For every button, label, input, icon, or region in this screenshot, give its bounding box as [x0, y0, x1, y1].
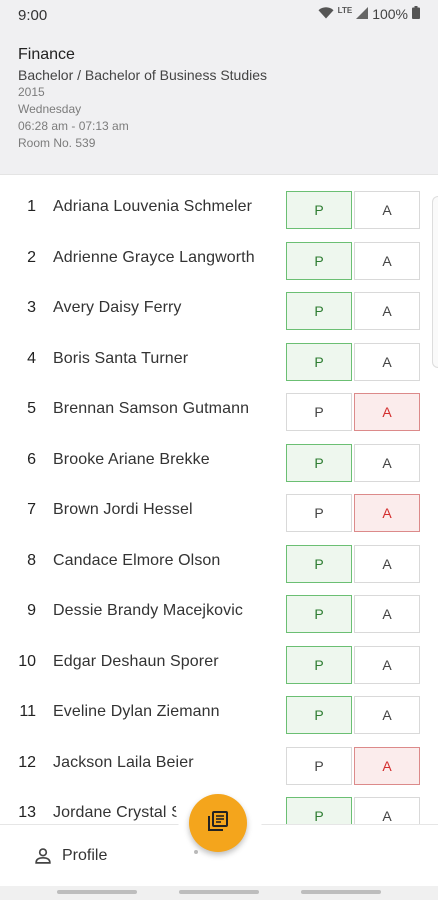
profile-nav-item[interactable]: Profile: [32, 845, 107, 867]
student-number: 2: [27, 248, 36, 266]
absent-button[interactable]: A: [354, 342, 420, 381]
student-name: Eveline Dylan Ziemann: [53, 703, 220, 720]
class-time: 06:28 am - 07:13 am: [18, 119, 129, 133]
absent-button[interactable]: A: [354, 494, 420, 532]
status-time: 9:00: [18, 7, 48, 24]
home-button[interactable]: [179, 890, 259, 894]
present-button[interactable]: P: [286, 746, 352, 785]
student-row: 6 Brooke Ariane Brekke P A: [0, 436, 438, 486]
absent-button[interactable]: A: [354, 797, 420, 825]
student-name: Adrienne Grayce Langworth: [53, 248, 255, 266]
student-row: 4 Boris Santa Turner P A: [0, 335, 438, 385]
notebook-icon: [206, 809, 230, 838]
student-name: Brown Jordi Hessel: [53, 501, 193, 518]
attendance-fab[interactable]: [189, 794, 247, 852]
present-button[interactable]: P: [286, 241, 352, 280]
student-number: 8: [27, 551, 36, 569]
student-number: 3: [27, 299, 36, 316]
student-number: 13: [18, 804, 36, 821]
class-day: Wednesday: [18, 102, 82, 116]
class-room: Room No. 539: [18, 136, 96, 150]
absent-button[interactable]: A: [354, 191, 420, 229]
absent-button[interactable]: A: [354, 746, 420, 785]
present-button[interactable]: P: [286, 443, 352, 482]
student-row: 1 Adriana Louvenia Schmeler P A: [0, 183, 438, 233]
nav-indicator-dot: [194, 850, 198, 854]
student-number: 4: [27, 349, 36, 367]
class-info: Finance Bachelor / Bachelor of Business …: [18, 46, 267, 152]
class-header: 9:00 LTE 100% Finance Bachelor / Bachelo…: [0, 0, 438, 174]
wifi-icon: [318, 6, 334, 22]
student-row: 12 Jackson Laila Beier P A: [0, 739, 438, 789]
student-name: Candace Elmore Olson: [53, 551, 221, 569]
signal-icon: [356, 6, 369, 22]
student-row: 10 Edgar Deshaun Sporer P A: [0, 638, 438, 688]
student-row: 3 Avery Daisy Ferry P A: [0, 284, 438, 334]
present-button[interactable]: P: [286, 645, 352, 684]
student-number: 11: [19, 703, 36, 720]
absent-button[interactable]: A: [354, 241, 420, 280]
student-number: 12: [18, 753, 36, 771]
student-row: 5 Brennan Samson Gutmann P A: [0, 385, 438, 435]
subject-title: Finance: [18, 46, 75, 63]
absent-button[interactable]: A: [354, 645, 420, 684]
student-row: 2 Adrienne Grayce Langworth P A: [0, 234, 438, 284]
student-name: Brooke Ariane Brekke: [53, 450, 210, 468]
present-button[interactable]: P: [286, 494, 352, 532]
battery-icon: [412, 6, 420, 22]
battery-percent: 100%: [372, 6, 408, 22]
recents-button[interactable]: [57, 890, 137, 894]
student-number: 7: [27, 501, 36, 518]
program-name: Bachelor / Bachelor of Business Studies: [18, 67, 268, 83]
class-year: 2015: [18, 85, 45, 99]
present-button[interactable]: P: [286, 595, 352, 633]
absent-button[interactable]: A: [354, 292, 420, 330]
absent-button[interactable]: A: [354, 595, 420, 633]
student-number: 1: [27, 198, 36, 215]
student-name: Dessie Brandy Macejkovic: [53, 602, 244, 619]
absent-button[interactable]: A: [354, 393, 420, 431]
student-name: Adriana Louvenia Schmeler: [53, 198, 253, 215]
present-button[interactable]: P: [286, 544, 352, 583]
present-button[interactable]: P: [286, 342, 352, 381]
absent-button[interactable]: A: [354, 696, 420, 734]
back-button[interactable]: [301, 890, 381, 894]
present-button[interactable]: P: [286, 292, 352, 330]
student-name: Avery Daisy Ferry: [53, 299, 182, 316]
absent-button[interactable]: A: [354, 443, 420, 482]
person-icon: [32, 845, 54, 867]
system-nav-bar: [0, 886, 438, 900]
student-name: Brennan Samson Gutmann: [53, 400, 250, 417]
absent-button[interactable]: A: [354, 544, 420, 583]
status-bar: 9:00 LTE 100%: [0, 0, 438, 30]
present-button[interactable]: P: [286, 696, 352, 734]
present-button[interactable]: P: [286, 191, 352, 229]
student-row: 7 Brown Jordi Hessel P A: [0, 486, 438, 536]
student-number: 9: [27, 602, 36, 619]
student-number: 6: [27, 450, 36, 468]
student-name: Edgar Deshaun Sporer: [53, 652, 219, 670]
student-number: 5: [27, 400, 36, 417]
profile-label: Profile: [62, 847, 108, 864]
student-row: 8 Candace Elmore Olson P A: [0, 537, 438, 587]
status-icons: LTE 100%: [318, 6, 420, 22]
student-name: Boris Santa Turner: [53, 349, 189, 367]
student-name: Jackson Laila Beier: [53, 753, 194, 771]
scroll-indicator[interactable]: [432, 196, 438, 368]
student-list[interactable]: 1 Adriana Louvenia Schmeler P A 2 Adrienne Gr…: [0, 174, 438, 825]
student-row: 9 Dessie Brandy Macejkovic P A: [0, 587, 438, 637]
present-button[interactable]: P: [286, 797, 352, 825]
present-button[interactable]: P: [286, 393, 352, 431]
student-number: 10: [18, 652, 36, 670]
network-type: LTE: [337, 5, 353, 15]
student-row: 11 Eveline Dylan Ziemann P A: [0, 688, 438, 738]
